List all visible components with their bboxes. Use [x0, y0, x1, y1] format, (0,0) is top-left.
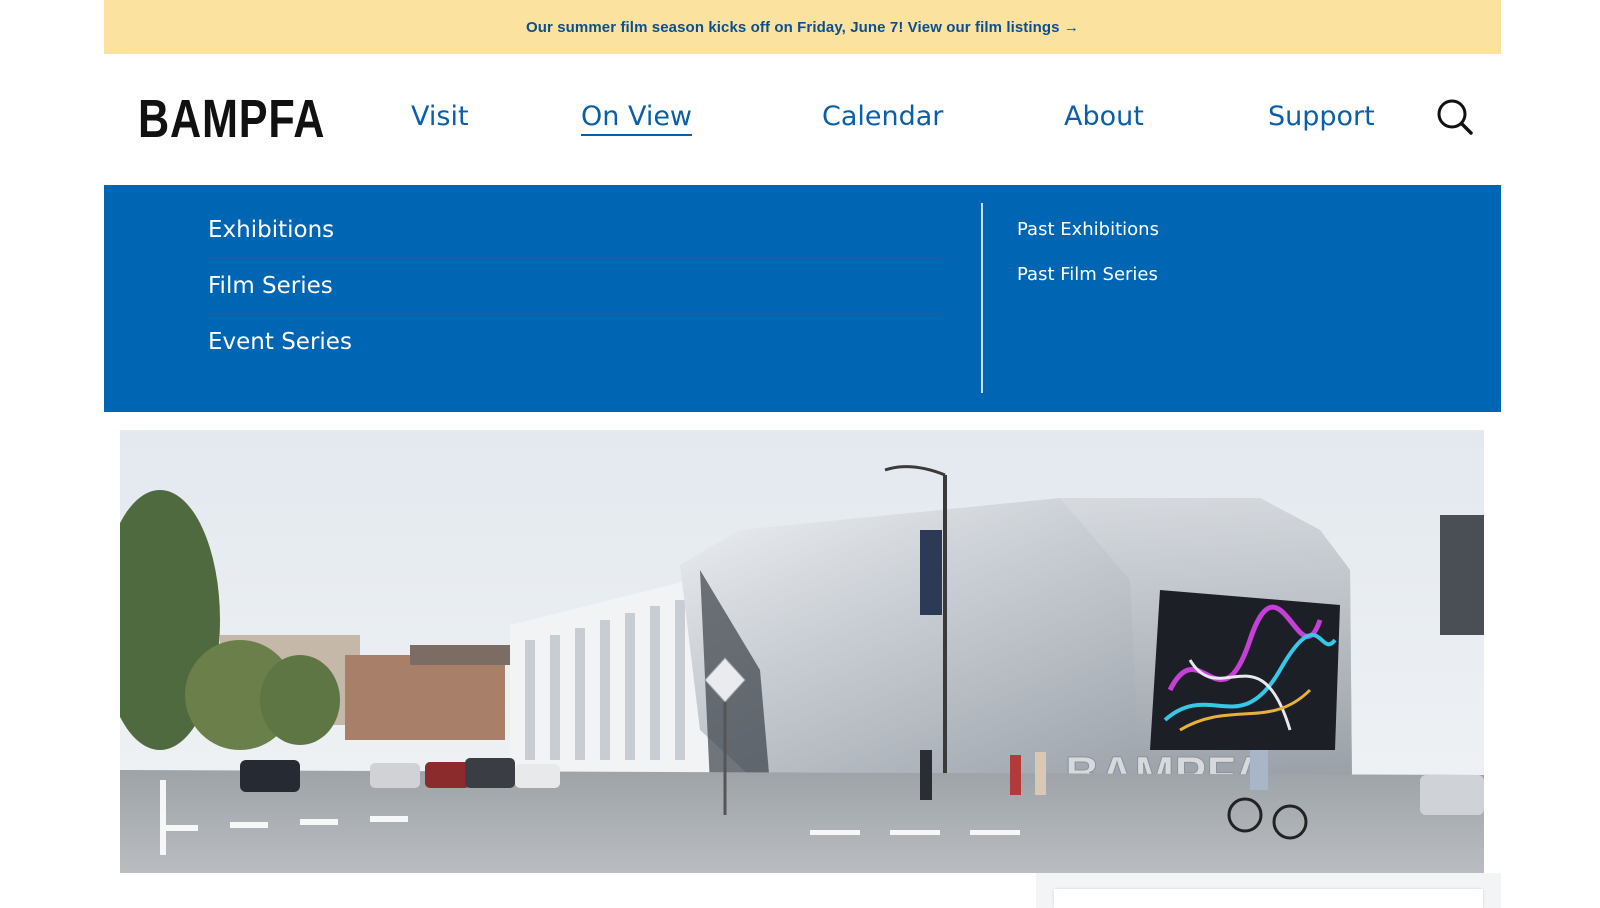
- site-logo[interactable]: BAMPFA: [138, 92, 325, 146]
- dropdown-item-past-exhibitions[interactable]: Past Exhibitions: [1017, 207, 1159, 252]
- nav-item-support[interactable]: Support: [1268, 100, 1375, 134]
- nav-item-on-view[interactable]: On View: [581, 100, 693, 136]
- announcement-link[interactable]: Our summer film season kicks off on Frid…: [526, 19, 1079, 36]
- on-view-dropdown: Exhibitions Film Series Event Series Pas…: [104, 185, 1501, 412]
- sidebar-card: [1036, 873, 1501, 908]
- dropdown-item-event-series[interactable]: Event Series: [208, 315, 948, 370]
- announcement-bar: Our summer film season kicks off on Frid…: [104, 0, 1501, 54]
- nav-item-calendar[interactable]: Calendar: [822, 100, 943, 134]
- dropdown-item-film-series[interactable]: Film Series: [208, 259, 948, 315]
- sidebar-card-inner: [1054, 889, 1483, 908]
- hero-image: BAMPFA: [120, 430, 1484, 873]
- dropdown-item-exhibitions[interactable]: Exhibitions: [208, 203, 948, 259]
- site-header: BAMPFA Visit On View Calendar About Supp…: [104, 54, 1501, 185]
- search-icon: [1437, 99, 1473, 135]
- building-photo: BAMPFA: [120, 430, 1484, 873]
- dropdown-primary-list: Exhibitions Film Series Event Series: [208, 203, 948, 370]
- search-button[interactable]: [1436, 98, 1474, 136]
- dropdown-item-past-film-series[interactable]: Past Film Series: [1017, 252, 1159, 297]
- dropdown-divider: [981, 203, 983, 393]
- nav-item-visit[interactable]: Visit: [411, 100, 469, 134]
- dropdown-secondary-list: Past Exhibitions Past Film Series: [1017, 207, 1159, 297]
- nav-item-about[interactable]: About: [1064, 100, 1144, 134]
